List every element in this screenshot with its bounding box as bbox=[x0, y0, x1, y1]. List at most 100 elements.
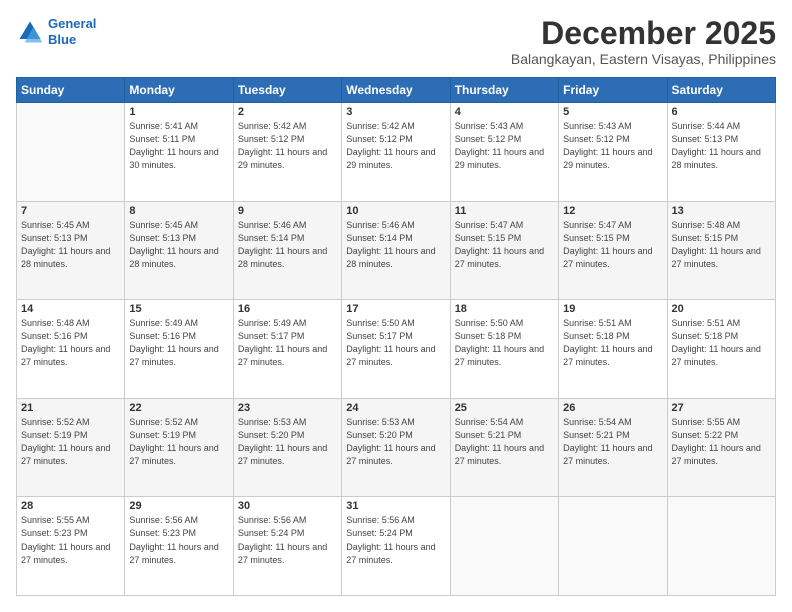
calendar-cell: 31 Sunrise: 5:56 AMSunset: 5:24 PMDayligh… bbox=[342, 497, 450, 596]
calendar-cell: 29 Sunrise: 5:56 AMSunset: 5:23 PMDayligh… bbox=[125, 497, 233, 596]
day-number: 26 bbox=[563, 402, 662, 414]
calendar-cell: 24Sunrise: 5:53 AMSunset: 5:20 PMDayligh… bbox=[342, 398, 450, 497]
calendar-cell: 4 Sunrise: 5:43 AMSunset: 5:12 PMDaylight… bbox=[450, 103, 558, 202]
day-info: Sunrise: 5:49 AMSunset: 5:16 PMDaylight:… bbox=[129, 317, 228, 369]
header-cell-tuesday: Tuesday bbox=[233, 78, 341, 103]
day-info: Sunrise: 5:48 AMSunset: 5:16 PMDaylight:… bbox=[21, 317, 120, 369]
day-number: 3 bbox=[346, 106, 445, 118]
calendar-cell: 20 Sunrise: 5:51 AMSunset: 5:18 PMDayligh… bbox=[667, 300, 775, 399]
day-number: 27 bbox=[672, 402, 771, 414]
day-number: 7 bbox=[21, 205, 120, 217]
calendar-cell: 23Sunrise: 5:53 AMSunset: 5:20 PMDayligh… bbox=[233, 398, 341, 497]
day-info: Sunrise: 5:51 AMSunset: 5:18 PMDaylight:… bbox=[672, 317, 771, 369]
calendar-cell: 2Sunrise: 5:42 AMSunset: 5:12 PMDaylight… bbox=[233, 103, 341, 202]
day-info: Sunrise: 5:46 AMSunset: 5:14 PMDaylight:… bbox=[346, 219, 445, 271]
day-info: Sunrise: 5:56 AMSunset: 5:24 PMDaylight:… bbox=[238, 514, 337, 566]
header-cell-friday: Friday bbox=[559, 78, 667, 103]
header-cell-thursday: Thursday bbox=[450, 78, 558, 103]
day-info: Sunrise: 5:52 AMSunset: 5:19 PMDaylight:… bbox=[129, 416, 228, 468]
calendar-cell: 21 Sunrise: 5:52 AMSunset: 5:19 PMDayligh… bbox=[17, 398, 125, 497]
calendar-cell: 9 Sunrise: 5:46 AMSunset: 5:14 PMDaylight… bbox=[233, 201, 341, 300]
day-info: Sunrise: 5:50 AMSunset: 5:17 PMDaylight:… bbox=[346, 317, 445, 369]
calendar-cell: 17 Sunrise: 5:50 AMSunset: 5:17 PMDayligh… bbox=[342, 300, 450, 399]
header-cell-sunday: Sunday bbox=[17, 78, 125, 103]
day-number: 16 bbox=[238, 303, 337, 315]
calendar-cell: 16 Sunrise: 5:49 AMSunset: 5:17 PMDayligh… bbox=[233, 300, 341, 399]
calendar-cell bbox=[450, 497, 558, 596]
calendar-cell: 10 Sunrise: 5:46 AMSunset: 5:14 PMDayligh… bbox=[342, 201, 450, 300]
week-row-3: 21 Sunrise: 5:52 AMSunset: 5:19 PMDayligh… bbox=[17, 398, 776, 497]
calendar-cell: 8 Sunrise: 5:45 AMSunset: 5:13 PMDaylight… bbox=[125, 201, 233, 300]
day-info: Sunrise: 5:49 AMSunset: 5:17 PMDaylight:… bbox=[238, 317, 337, 369]
calendar-table: SundayMondayTuesdayWednesdayThursdayFrid… bbox=[16, 77, 776, 596]
day-info: Sunrise: 5:47 AMSunset: 5:15 PMDaylight:… bbox=[455, 219, 554, 271]
calendar-cell: 30 Sunrise: 5:56 AMSunset: 5:24 PMDayligh… bbox=[233, 497, 341, 596]
day-info: Sunrise: 5:55 AMSunset: 5:23 PMDaylight:… bbox=[21, 514, 120, 566]
day-info: Sunrise: 5:46 AMSunset: 5:14 PMDaylight:… bbox=[238, 219, 337, 271]
day-number: 11 bbox=[455, 205, 554, 217]
calendar-cell: 19Sunrise: 5:51 AMSunset: 5:18 PMDayligh… bbox=[559, 300, 667, 399]
day-number: 13 bbox=[672, 205, 771, 217]
day-number: 15 bbox=[129, 303, 228, 315]
calendar-cell: 15 Sunrise: 5:49 AMSunset: 5:16 PMDayligh… bbox=[125, 300, 233, 399]
logo-icon bbox=[16, 18, 44, 46]
day-number: 9 bbox=[238, 205, 337, 217]
title-section: December 2025 Balangkayan, Eastern Visay… bbox=[511, 16, 776, 67]
day-info: Sunrise: 5:41 AMSunset: 5:11 PMDaylight:… bbox=[129, 120, 228, 172]
day-info: Sunrise: 5:56 AMSunset: 5:23 PMDaylight:… bbox=[129, 514, 228, 566]
header-cell-monday: Monday bbox=[125, 78, 233, 103]
day-number: 14 bbox=[21, 303, 120, 315]
day-info: Sunrise: 5:45 AMSunset: 5:13 PMDaylight:… bbox=[129, 219, 228, 271]
day-number: 17 bbox=[346, 303, 445, 315]
day-info: Sunrise: 5:52 AMSunset: 5:19 PMDaylight:… bbox=[21, 416, 120, 468]
day-number: 25 bbox=[455, 402, 554, 414]
day-number: 10 bbox=[346, 205, 445, 217]
day-number: 29 bbox=[129, 500, 228, 512]
day-info: Sunrise: 5:54 AMSunset: 5:21 PMDaylight:… bbox=[455, 416, 554, 468]
day-info: Sunrise: 5:53 AMSunset: 5:20 PMDaylight:… bbox=[346, 416, 445, 468]
day-number: 28 bbox=[21, 500, 120, 512]
page: General Blue December 2025 Balangkayan, … bbox=[0, 0, 792, 612]
day-info: Sunrise: 5:55 AMSunset: 5:22 PMDaylight:… bbox=[672, 416, 771, 468]
calendar-cell: 18Sunrise: 5:50 AMSunset: 5:18 PMDayligh… bbox=[450, 300, 558, 399]
week-row-1: 7 Sunrise: 5:45 AMSunset: 5:13 PMDaylight… bbox=[17, 201, 776, 300]
day-number: 30 bbox=[238, 500, 337, 512]
day-info: Sunrise: 5:43 AMSunset: 5:12 PMDaylight:… bbox=[455, 120, 554, 172]
week-row-2: 14 Sunrise: 5:48 AMSunset: 5:16 PMDayligh… bbox=[17, 300, 776, 399]
calendar-cell: 12Sunrise: 5:47 AMSunset: 5:15 PMDayligh… bbox=[559, 201, 667, 300]
header-cell-wednesday: Wednesday bbox=[342, 78, 450, 103]
day-number: 22 bbox=[129, 402, 228, 414]
subtitle: Balangkayan, Eastern Visayas, Philippine… bbox=[511, 51, 776, 67]
calendar-cell: 22 Sunrise: 5:52 AMSunset: 5:19 PMDayligh… bbox=[125, 398, 233, 497]
calendar-cell: 7 Sunrise: 5:45 AMSunset: 5:13 PMDaylight… bbox=[17, 201, 125, 300]
calendar-cell bbox=[667, 497, 775, 596]
calendar-cell bbox=[559, 497, 667, 596]
day-info: Sunrise: 5:43 AMSunset: 5:12 PMDaylight:… bbox=[563, 120, 662, 172]
calendar-cell: 11 Sunrise: 5:47 AMSunset: 5:15 PMDayligh… bbox=[450, 201, 558, 300]
day-info: Sunrise: 5:47 AMSunset: 5:15 PMDaylight:… bbox=[563, 219, 662, 271]
day-info: Sunrise: 5:48 AMSunset: 5:15 PMDaylight:… bbox=[672, 219, 771, 271]
calendar-cell: 14 Sunrise: 5:48 AMSunset: 5:16 PMDayligh… bbox=[17, 300, 125, 399]
logo: General Blue bbox=[16, 16, 96, 47]
logo-text: General Blue bbox=[48, 16, 96, 47]
day-info: Sunrise: 5:44 AMSunset: 5:13 PMDaylight:… bbox=[672, 120, 771, 172]
calendar-cell: 6Sunrise: 5:44 AMSunset: 5:13 PMDaylight… bbox=[667, 103, 775, 202]
calendar-cell: 3Sunrise: 5:42 AMSunset: 5:12 PMDaylight… bbox=[342, 103, 450, 202]
calendar-cell: 27 Sunrise: 5:55 AMSunset: 5:22 PMDayligh… bbox=[667, 398, 775, 497]
day-info: Sunrise: 5:51 AMSunset: 5:18 PMDaylight:… bbox=[563, 317, 662, 369]
day-number: 31 bbox=[346, 500, 445, 512]
day-number: 4 bbox=[455, 106, 554, 118]
header: General Blue December 2025 Balangkayan, … bbox=[16, 16, 776, 67]
day-info: Sunrise: 5:42 AMSunset: 5:12 PMDaylight:… bbox=[238, 120, 337, 172]
calendar-cell: 1 Sunrise: 5:41 AMSunset: 5:11 PMDaylight… bbox=[125, 103, 233, 202]
day-info: Sunrise: 5:56 AMSunset: 5:24 PMDaylight:… bbox=[346, 514, 445, 566]
header-row: SundayMondayTuesdayWednesdayThursdayFrid… bbox=[17, 78, 776, 103]
calendar-cell: 13 Sunrise: 5:48 AMSunset: 5:15 PMDayligh… bbox=[667, 201, 775, 300]
day-number: 21 bbox=[21, 402, 120, 414]
day-number: 20 bbox=[672, 303, 771, 315]
day-info: Sunrise: 5:53 AMSunset: 5:20 PMDaylight:… bbox=[238, 416, 337, 468]
day-info: Sunrise: 5:45 AMSunset: 5:13 PMDaylight:… bbox=[21, 219, 120, 271]
day-number: 1 bbox=[129, 106, 228, 118]
week-row-0: 1 Sunrise: 5:41 AMSunset: 5:11 PMDaylight… bbox=[17, 103, 776, 202]
day-number: 8 bbox=[129, 205, 228, 217]
